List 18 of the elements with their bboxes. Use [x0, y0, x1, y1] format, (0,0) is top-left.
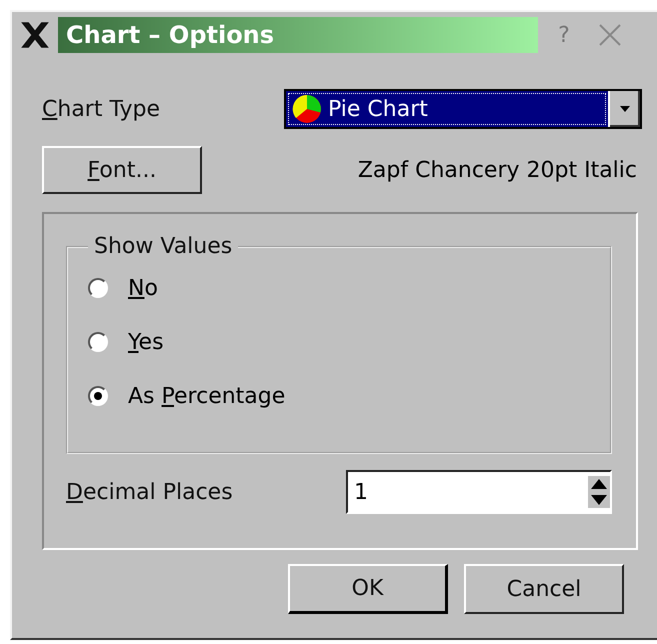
radio-label[interactable]: As Percentage — [128, 384, 286, 408]
chart-type-label: Chart Type — [42, 96, 160, 122]
chart-type-dropdown[interactable]: Pie Chart — [284, 89, 642, 129]
font-button[interactable]: Font... — [42, 146, 202, 194]
pie-chart-icon — [292, 94, 322, 124]
radio-label[interactable]: Yes — [128, 330, 164, 354]
dialog-button[interactable]: Cancel — [464, 564, 624, 614]
font-name: Zapf Chancery 20pt Italic — [358, 158, 637, 182]
radio-label[interactable]: No — [128, 276, 158, 300]
chart-type-value: Pie Chart — [328, 96, 428, 122]
decimal-places-spinbox[interactable]: 1 — [346, 470, 612, 514]
decimal-places-label: Decimal Places — [66, 480, 233, 504]
dialog-button[interactable]: OK — [288, 564, 448, 614]
radio-button[interactable] — [88, 332, 108, 352]
radio-button[interactable] — [88, 278, 108, 298]
radio-button[interactable] — [88, 386, 108, 406]
group-title: Show Values — [93, 234, 234, 259]
window-title: Chart – Options — [58, 17, 538, 53]
